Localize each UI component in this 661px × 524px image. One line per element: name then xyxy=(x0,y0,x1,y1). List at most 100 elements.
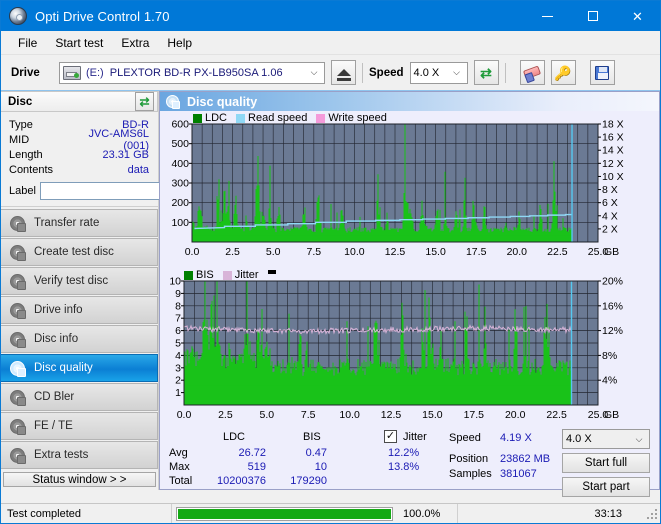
drive-letter: (E:) xyxy=(86,66,104,79)
drive-select[interactable]: (E:) PLEXTOR BD-R PX-LB950SA 1.06 ⌵ xyxy=(59,61,325,84)
chart2-legend: BIS Jitter xyxy=(184,269,276,281)
maximize-button[interactable] xyxy=(570,1,615,31)
sidebar-item-cd-bler[interactable]: CD Bler xyxy=(1,383,158,411)
svg-text:400: 400 xyxy=(171,158,189,170)
svg-text:7: 7 xyxy=(175,313,181,325)
menu-item-extra[interactable]: Extra xyxy=(112,33,158,53)
save-icon xyxy=(595,65,610,80)
speed-select[interactable]: 4.0 X ⌵ xyxy=(409,61,468,84)
sidebar-item-fe-te[interactable]: FE / TE xyxy=(1,412,158,440)
svg-text:6 X: 6 X xyxy=(602,197,618,209)
svg-text:7.5: 7.5 xyxy=(301,409,316,421)
disc-value-length: 23.31 GB xyxy=(102,148,149,161)
svg-text:12.5: 12.5 xyxy=(385,246,406,258)
eject-button[interactable] xyxy=(331,60,356,85)
app-window: Opti Drive Control 1.70 ✕ File Start tes… xyxy=(0,0,661,524)
svg-text:17.5: 17.5 xyxy=(466,246,487,258)
svg-text:8 X: 8 X xyxy=(602,184,618,196)
legend-item-read-speed: Read speed xyxy=(236,112,307,124)
save-button[interactable] xyxy=(589,60,615,85)
svg-text:20.0: 20.0 xyxy=(505,409,526,421)
svg-text:18 X: 18 X xyxy=(602,119,624,131)
sidebar-item-label: FE / TE xyxy=(34,420,73,432)
status-window-button[interactable]: Status window > > xyxy=(3,472,156,487)
menu-item-file[interactable]: File xyxy=(9,33,46,53)
svg-text:12.5: 12.5 xyxy=(381,409,402,421)
svg-text:3: 3 xyxy=(175,362,181,374)
sidebar-item-transfer-rate[interactable]: Transfer rate xyxy=(1,209,158,237)
svg-text:0.0: 0.0 xyxy=(185,246,200,258)
legend-label-ldc: LDC xyxy=(205,112,228,124)
start-part-button[interactable]: Start part xyxy=(562,477,650,497)
disc-icon xyxy=(10,302,26,319)
chevron-down-icon: ⌵ xyxy=(635,433,643,444)
eject-icon xyxy=(336,69,351,81)
disc-key-length: Length xyxy=(9,148,43,161)
chevron-down-icon: ⌵ xyxy=(310,67,318,77)
svg-text:5.0: 5.0 xyxy=(266,246,281,258)
stats-col-ldc: LDC xyxy=(223,431,246,443)
speed-label: Speed xyxy=(369,66,404,79)
svg-text:5: 5 xyxy=(175,338,181,350)
svg-text:16%: 16% xyxy=(602,300,623,312)
progress-bar-fill xyxy=(178,508,391,519)
svg-text:15.0: 15.0 xyxy=(422,409,443,421)
disc-key-contents: Contents xyxy=(9,163,54,176)
check-icon: ✓ xyxy=(385,430,396,442)
stats-ldc-avg: 26.72 xyxy=(238,447,266,459)
sidebar-item-label: Extra tests xyxy=(34,449,89,461)
chart2-canvas: 12345678910 4% 8% 12% 16% 20% 0.0 2.5 5.0 7.5 10.0… xyxy=(169,276,623,422)
samples-stat-value: 381067 xyxy=(500,468,537,480)
disc-quality-header: Disc quality xyxy=(160,92,659,111)
title-bar: Opti Drive Control 1.70 ✕ xyxy=(1,1,660,31)
disc-key-mid: MID xyxy=(9,133,30,146)
stats-row-label-avg: Avg xyxy=(169,447,188,459)
key-button[interactable]: 🔑 xyxy=(550,60,576,85)
disc-refresh-button[interactable]: ⇄ xyxy=(135,92,154,111)
sidebar-item-disc-quality[interactable]: Disc quality xyxy=(1,354,158,382)
start-full-button[interactable]: Start full xyxy=(562,453,650,473)
result-speed-select[interactable]: 4.0 X ⌵ xyxy=(562,429,650,449)
speed-value: 4.0 X xyxy=(413,66,440,79)
stats-bis-max: 10 xyxy=(314,461,327,473)
jitter-label: Jitter xyxy=(403,431,427,443)
disc-icon xyxy=(10,360,26,377)
sidebar-item-label: Verify test disc xyxy=(34,275,109,287)
legend-swatch-read-speed xyxy=(236,113,246,123)
close-button[interactable]: ✕ xyxy=(615,1,660,31)
refresh-button[interactable]: ⇄ xyxy=(473,60,499,85)
minimize-button[interactable] xyxy=(525,1,570,31)
chart1-canvas: 100 200 300 400 500 600 2 X4 X6 X8 X10 X12 X14… xyxy=(171,119,624,259)
sidebar-item-drive-info[interactable]: Drive info xyxy=(1,296,158,324)
sidebar-item-create-test-disc[interactable]: Create test disc xyxy=(1,238,158,266)
disc-info-panel: Type BD-R MID JVC-AMS6L (001) Length 23.… xyxy=(1,112,248,207)
svg-text:17.5: 17.5 xyxy=(464,409,485,421)
sidebar-item-disc-info[interactable]: Disc info xyxy=(1,325,158,353)
disc-icon xyxy=(10,244,26,261)
svg-text:6: 6 xyxy=(175,325,181,337)
svg-text:2.5: 2.5 xyxy=(225,246,240,258)
window-controls: ✕ xyxy=(525,1,660,31)
disc-quality-panel: Disc quality LDC Read speed Write speed xyxy=(159,91,660,497)
samples-stat-label: Samples xyxy=(449,468,492,480)
sidebar-item-verify-test-disc[interactable]: Verify test disc xyxy=(1,267,158,295)
disc-row-mid: MID JVC-AMS6L (001) xyxy=(9,128,152,152)
sidebar-nav: Transfer rate Create test disc Verify te… xyxy=(1,207,158,470)
status-divider-1 xyxy=(171,503,172,523)
app-icon xyxy=(9,7,27,25)
menu-item-start-test[interactable]: Start test xyxy=(46,33,112,53)
jitter-max: 13.8% xyxy=(388,461,420,473)
svg-text:7.5: 7.5 xyxy=(306,246,321,258)
svg-text:22.5: 22.5 xyxy=(546,409,567,421)
jitter-checkbox[interactable]: ✓ xyxy=(384,430,397,443)
disc-icon xyxy=(10,215,26,232)
disc-label-caption: Label xyxy=(9,184,36,197)
resize-grip-icon[interactable] xyxy=(646,507,658,520)
chart1-legend: LDC Read speed Write speed xyxy=(193,112,392,124)
erase-button[interactable] xyxy=(519,60,545,85)
svg-text:600: 600 xyxy=(171,119,189,131)
sidebar-item-extra-tests[interactable]: Extra tests xyxy=(1,441,158,469)
legend-label-jitter: Jitter xyxy=(234,269,259,281)
chart-bis-jitter: BIS Jitter 1 2 3 4 5 6 7 8 9 10 4% 8% 12% 16% 20% 0.0 2.… xyxy=(160,267,659,427)
menu-item-help[interactable]: Help xyxy=(158,33,201,53)
